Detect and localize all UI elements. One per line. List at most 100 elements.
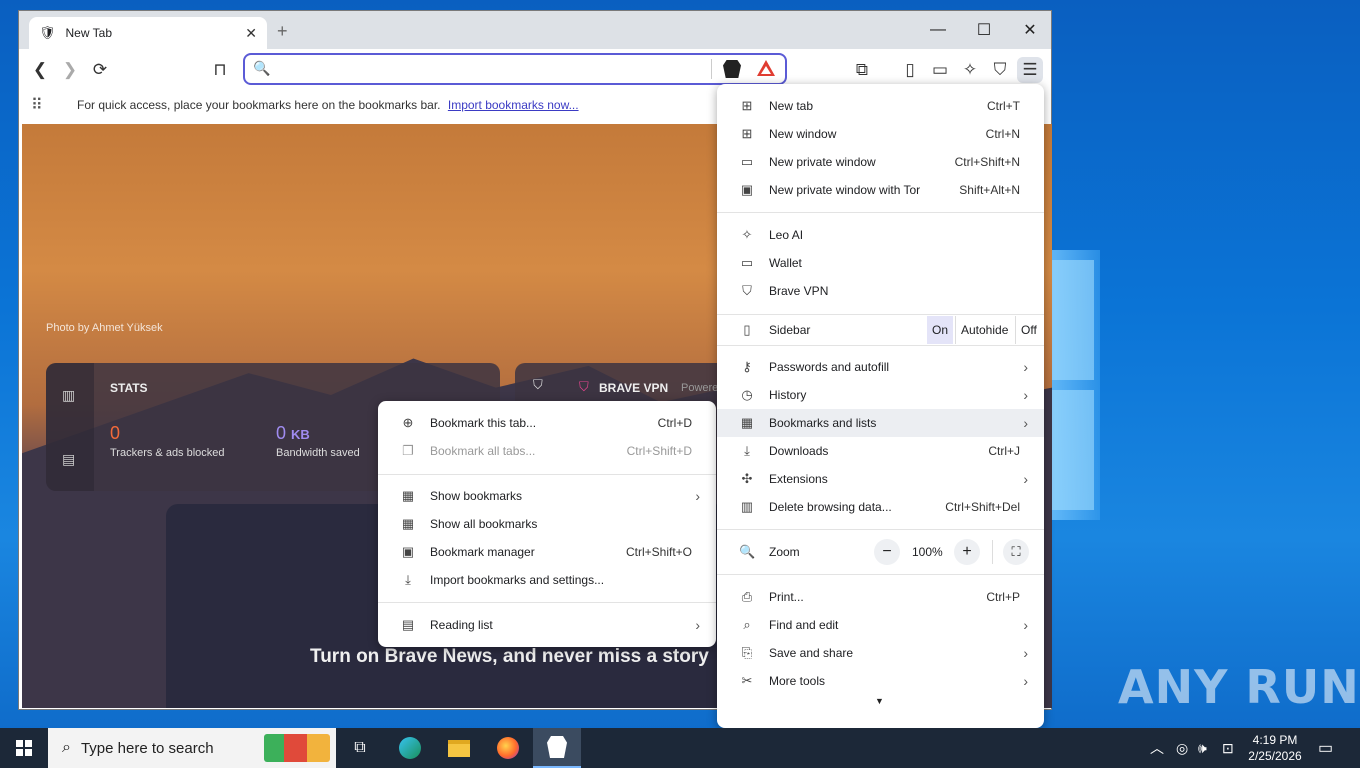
- menu-item-new-tab[interactable]: ⊞ New tab Ctrl+T: [717, 92, 1044, 120]
- wallet-icon[interactable]: ▭: [927, 57, 953, 83]
- sidebar-icon: ▯: [743, 322, 751, 337]
- file-explorer-icon[interactable]: [435, 728, 483, 768]
- new-tab-icon: ⊞: [741, 98, 753, 113]
- reload-icon[interactable]: ⟳: [87, 57, 113, 83]
- task-view-icon[interactable]: ⧉: [336, 728, 384, 768]
- menu-item-shortcut: Ctrl+Shift+O: [625, 545, 692, 559]
- tab-title: New Tab: [65, 26, 112, 40]
- anyrun-watermark: ANY RUN: [1118, 660, 1360, 714]
- address-bar[interactable]: 🔍: [243, 53, 787, 85]
- tools-icon: ✂: [741, 673, 753, 688]
- vpn-icon[interactable]: ⛉: [987, 57, 1013, 83]
- minimize-button[interactable]: —: [915, 11, 961, 49]
- menu-item-more-tools[interactable]: ✂ More tools ›: [717, 667, 1044, 695]
- forward-icon[interactable]: ❯: [57, 57, 83, 83]
- bandwidth-unit: KB: [291, 427, 310, 442]
- address-input[interactable]: [275, 59, 695, 79]
- menu-item-wallet[interactable]: ▭ Wallet: [717, 249, 1044, 277]
- scroll-down-icon[interactable]: ▼: [875, 696, 884, 706]
- system-clock[interactable]: 4:19 PM 2/25/2026: [1244, 732, 1306, 764]
- apps-grid-icon[interactable]: ⠿: [31, 95, 43, 115]
- bookmark-add-icon: ⊕: [402, 415, 414, 430]
- clock-date: 2/25/2026: [1248, 749, 1302, 763]
- news-icon[interactable]: ▤: [62, 451, 75, 468]
- sidebar-option-autohide[interactable]: Autohide: [955, 316, 1013, 344]
- firefox-icon[interactable]: [484, 728, 532, 768]
- menu-item-bookmark-manager[interactable]: ▣ Bookmark manager Ctrl+Shift+O: [378, 538, 716, 566]
- brave-favicon-icon: 🛡: [39, 25, 56, 40]
- menu-item-leo-ai[interactable]: ✧ Leo AI: [717, 221, 1044, 249]
- menu-item-import-bookmarks[interactable]: ⤓ Import bookmarks and settings...: [378, 566, 716, 594]
- menu-item-label: Import bookmarks and settings...: [430, 573, 605, 587]
- menu-item-passwords[interactable]: ⚷ Passwords and autofill ›: [717, 353, 1044, 381]
- meet-now-icon[interactable]: ◎: [1176, 728, 1188, 768]
- sidebar-option-on[interactable]: On: [927, 316, 954, 344]
- menu-item-bookmark-this-tab[interactable]: ⊕ Bookmark this tab... Ctrl+D: [378, 409, 716, 437]
- zoom-icon: 🔍: [739, 544, 756, 559]
- brave-shields-icon[interactable]: [723, 60, 741, 78]
- menu-item-extensions[interactable]: ✣ Extensions ›: [717, 465, 1044, 493]
- zoom-in-button[interactable]: +: [954, 539, 980, 565]
- menu-item-shortcut: Ctrl+T: [987, 99, 1020, 113]
- bookmark-all-icon: ❐: [402, 443, 414, 458]
- menu-divider: [717, 529, 1044, 530]
- chart-icon[interactable]: ▥: [62, 387, 75, 404]
- menu-item-bookmark-all-tabs[interactable]: ❐ Bookmark all tabs... Ctrl+Shift+D: [378, 437, 716, 465]
- taskbar-search[interactable]: ⌕ Type here to search: [48, 728, 336, 768]
- menu-item-new-private-window-tor[interactable]: ▣ New private window with Tor Shift+Alt+…: [717, 176, 1044, 204]
- notifications-icon[interactable]: ▭: [1318, 728, 1333, 768]
- menu-item-delete-browsing-data[interactable]: ▥ Delete browsing data... Ctrl+Shift+Del: [717, 493, 1044, 521]
- menu-item-show-all-bookmarks[interactable]: ▦ Show all bookmarks: [378, 510, 716, 538]
- menu-item-new-private-window[interactable]: ▭ New private window Ctrl+Shift+N: [717, 148, 1044, 176]
- menu-item-downloads[interactable]: ⤓ Downloads Ctrl+J: [717, 437, 1044, 465]
- show-hidden-icons[interactable]: ︿: [1150, 728, 1164, 768]
- menu-item-brave-vpn[interactable]: ⛉ Brave VPN: [717, 277, 1044, 305]
- menu-item-find-and-edit[interactable]: ⌕ Find and edit ›: [717, 611, 1044, 639]
- brave-rewards-icon[interactable]: [757, 60, 775, 76]
- zoom-out-button[interactable]: −: [874, 539, 900, 565]
- menu-item-print[interactable]: ⎙ Print... Ctrl+P: [717, 583, 1044, 611]
- brave-news-prompt[interactable]: Turn on Brave News, and never miss a sto…: [310, 646, 709, 668]
- import-icon: ⤓: [405, 572, 411, 587]
- sidebar-option-off[interactable]: Off: [1015, 316, 1042, 344]
- network-icon[interactable]: ⊡: [1222, 728, 1234, 768]
- close-button[interactable]: ✕: [1007, 11, 1053, 49]
- start-button[interactable]: [0, 728, 48, 768]
- menu-item-label: Bookmark this tab...: [430, 416, 537, 430]
- menu-item-reading-list[interactable]: ▤ Reading list ›: [378, 611, 716, 639]
- import-bookmarks-link[interactable]: Import bookmarks now...: [448, 98, 579, 112]
- menu-item-label: New private window with Tor: [769, 183, 921, 197]
- menu-item-show-bookmarks[interactable]: ▦ Show bookmarks ›: [378, 482, 716, 510]
- fullscreen-icon[interactable]: ⛶: [1003, 539, 1029, 565]
- menu-item-shortcut: Shift+Alt+N: [959, 183, 1020, 197]
- menu-icon[interactable]: ☰: [1017, 57, 1043, 83]
- vpn-title: BRAVE VPN: [599, 381, 669, 395]
- menu-item-save-and-share[interactable]: ⎘ Save and share ›: [717, 639, 1044, 667]
- show-bookmarks-icon: ▦: [401, 488, 415, 503]
- chevron-right-icon: ›: [1023, 387, 1028, 403]
- menu-item-bookmarks-and-lists[interactable]: ▦ Bookmarks and lists ›: [717, 409, 1044, 437]
- maximize-button[interactable]: ☐: [961, 11, 1007, 49]
- bookmark-icon[interactable]: ⊓: [207, 57, 233, 83]
- new-tab-button[interactable]: +: [277, 21, 288, 42]
- tab-new-tab[interactable]: 🛡 New Tab ✕: [29, 17, 267, 49]
- search-icon: ⌕: [62, 739, 71, 756]
- bookmarks-bar-text: For quick access, place your bookmarks h…: [77, 98, 441, 112]
- edge-icon[interactable]: [386, 728, 434, 768]
- sidebar-toggle-icon[interactable]: ▯: [897, 57, 923, 83]
- back-icon[interactable]: ❮: [27, 57, 53, 83]
- menu-item-sidebar: ▯ Sidebar On Autohide Off: [717, 316, 1044, 344]
- leo-icon[interactable]: ✧: [957, 57, 983, 83]
- chevron-right-icon: ›: [695, 617, 700, 633]
- leo-icon: ✧: [741, 227, 753, 242]
- volume-icon[interactable]: 🕪: [1198, 728, 1207, 768]
- key-icon: ⚷: [742, 359, 752, 374]
- menu-item-new-window[interactable]: ⊞ New window Ctrl+N: [717, 120, 1044, 148]
- menu-item-history[interactable]: ◷ History ›: [717, 381, 1044, 409]
- brave-taskbar-icon[interactable]: [533, 728, 581, 768]
- menu-item-shortcut: Ctrl+Shift+Del: [945, 500, 1020, 514]
- screenshot-icon[interactable]: ⧉: [849, 57, 875, 83]
- menu-item-label: Print...: [769, 590, 804, 604]
- bandwidth-number: 0: [276, 423, 287, 443]
- tab-close-icon[interactable]: ✕: [245, 25, 257, 42]
